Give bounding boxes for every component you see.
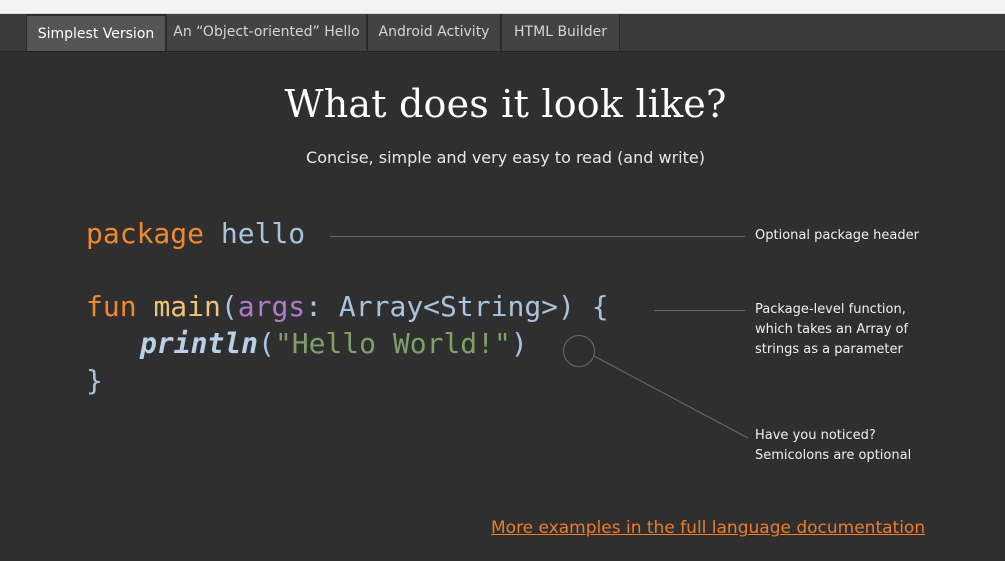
function-connector bbox=[654, 310, 745, 311]
page-subtitle: Concise, simple and very easy to read (a… bbox=[306, 148, 705, 167]
tab-simplest-version[interactable]: Simplest Version bbox=[26, 14, 166, 51]
package-header-connector bbox=[330, 236, 745, 237]
example-content: What does it look like? Concise, simple … bbox=[0, 52, 1005, 561]
code-line-package: package hello bbox=[86, 216, 305, 252]
code-keyword-package: package bbox=[86, 217, 205, 250]
browser-top-strip bbox=[0, 0, 1005, 14]
semicolon-connector bbox=[593, 355, 749, 439]
annotation-package-header: Optional package header bbox=[755, 228, 919, 243]
code-package-name: hello bbox=[220, 217, 306, 250]
code-param-type: : Array<String>) { bbox=[305, 290, 609, 323]
code-call-println: println bbox=[140, 327, 259, 360]
annotation-function-line2: which takes an Array of bbox=[755, 322, 909, 337]
tab-object-oriented-hello[interactable]: An “Object-oriented” Hello bbox=[166, 14, 367, 51]
code-call-close-paren: ) bbox=[510, 327, 528, 360]
page-title: What does it look like? bbox=[284, 82, 727, 126]
code-line-close-brace: } bbox=[86, 363, 103, 399]
code-open-paren: ( bbox=[220, 290, 238, 323]
annotation-function: Package-level function, which takes an A… bbox=[755, 300, 908, 360]
documentation-link[interactable]: More examples in the full language docum… bbox=[491, 518, 925, 538]
code-line-println: println("Hello World!") bbox=[140, 326, 528, 362]
code-call-open-paren: ( bbox=[258, 327, 275, 360]
code-line-fun: fun main(args: Array<String>) { bbox=[86, 289, 609, 325]
annotation-function-line1: Package-level function, bbox=[755, 302, 906, 317]
code-string-literal: "Hello World!" bbox=[274, 327, 511, 360]
code-close-brace: } bbox=[86, 364, 103, 397]
example-tab-bar: Simplest Version An “Object-oriented” He… bbox=[0, 14, 1005, 52]
code-param-name: args bbox=[237, 290, 306, 323]
annotation-function-line3: strings as a parameter bbox=[755, 342, 903, 357]
annotation-semicolons-line2: Semicolons are optional bbox=[755, 448, 912, 463]
annotation-semicolons: Have you noticed? Semicolons are optiona… bbox=[755, 426, 911, 466]
tab-android-activity[interactable]: Android Activity bbox=[367, 14, 501, 51]
tab-html-builder[interactable]: HTML Builder bbox=[501, 14, 620, 51]
annotation-semicolons-line1: Have you noticed? bbox=[755, 428, 876, 443]
code-function-name: main bbox=[153, 290, 221, 323]
code-keyword-fun: fun bbox=[86, 290, 137, 323]
